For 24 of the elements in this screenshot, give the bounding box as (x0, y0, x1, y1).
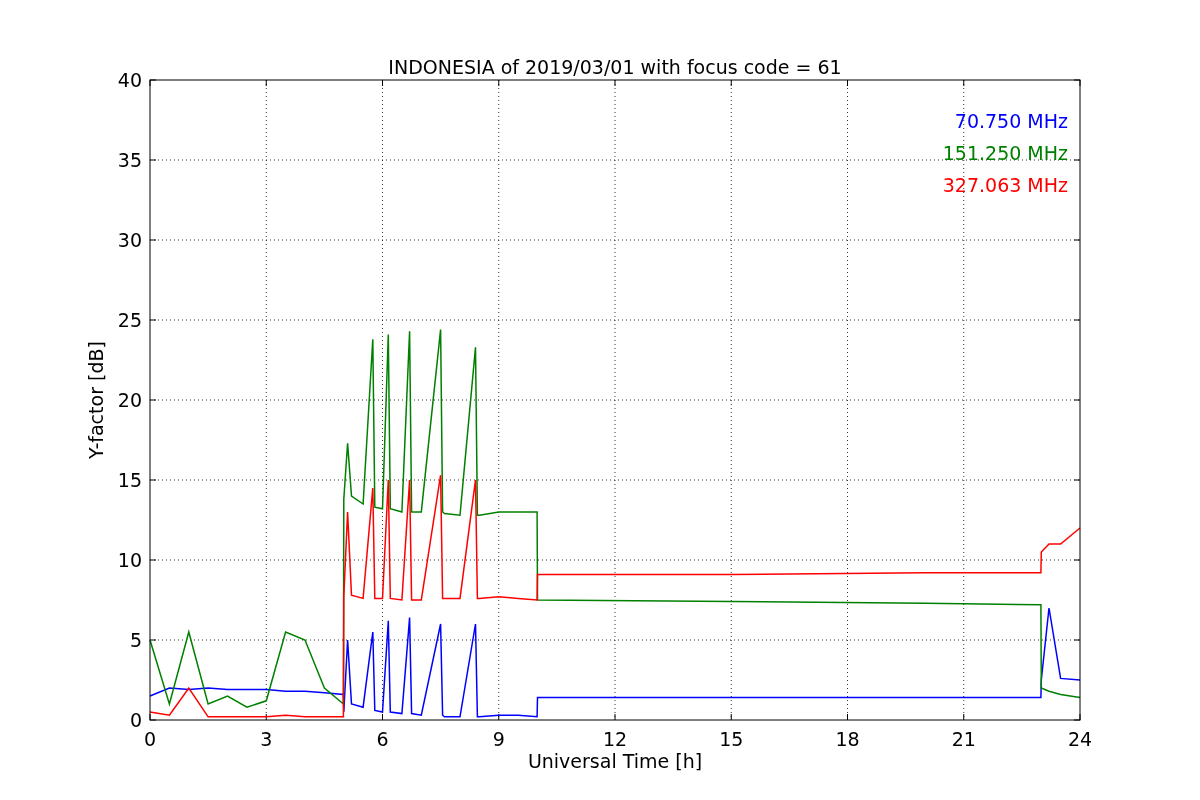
axis-label: Universal Time [h] (527, 750, 703, 772)
tick-label: 25 (117, 309, 142, 331)
tick-label: 30 (117, 229, 142, 251)
tick-label: 15 (117, 469, 142, 491)
tick-label: 9 (492, 728, 505, 750)
tick-label: 35 (117, 149, 142, 171)
tick-label: 0 (129, 709, 142, 731)
legend-label: 70.750 MHz (954, 110, 1068, 132)
legend-label: 327.063 MHz (942, 174, 1068, 196)
tick-label: 6 (376, 728, 389, 750)
tick-label: 15 (719, 728, 744, 750)
tick-label: 20 (117, 389, 142, 411)
chart-title: INDONESIA of 2019/03/01 with focus code = 61 (388, 56, 842, 78)
tick-label: 40 (117, 69, 142, 91)
axis-label: Y-factor [dB] (85, 341, 107, 459)
tick-label: 12 (602, 728, 628, 750)
tick-label: 21 (951, 728, 976, 750)
tick-label: 18 (835, 728, 860, 750)
tick-label: 24 (1067, 728, 1093, 750)
legend-label: 151.250 MHz (942, 142, 1068, 164)
tick-label: 0 (143, 728, 157, 750)
tick-label: 10 (117, 549, 142, 571)
tick-label: 3 (260, 728, 273, 750)
tick-label: 5 (129, 629, 142, 651)
